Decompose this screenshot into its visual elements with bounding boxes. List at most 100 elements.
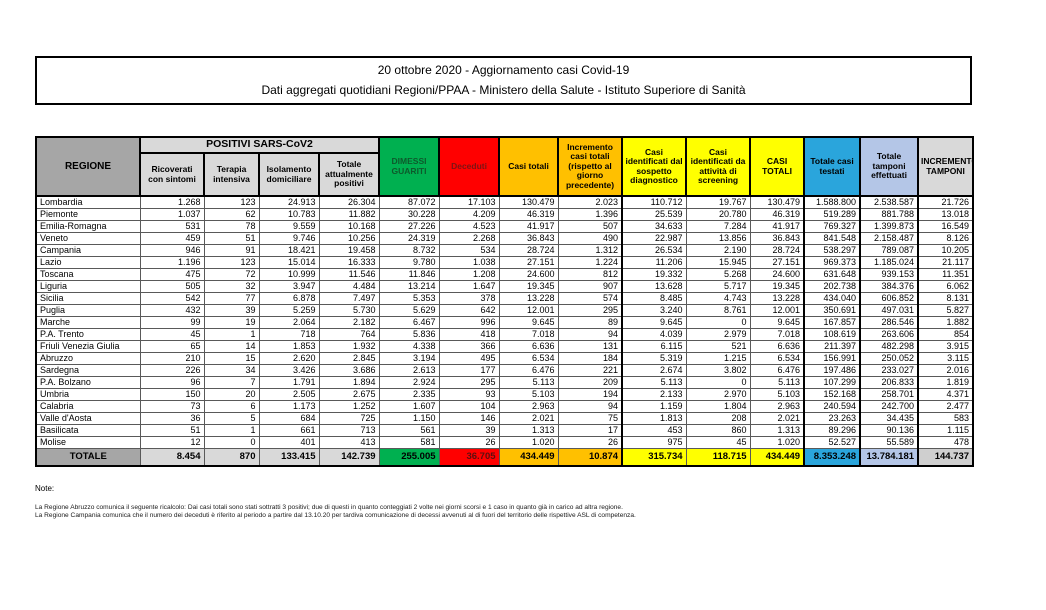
value-cell: 10.168 — [319, 220, 379, 232]
value-cell: 89.296 — [804, 424, 860, 436]
value-cell: 6.636 — [499, 340, 558, 352]
value-cell: 41.917 — [750, 220, 804, 232]
value-cell: 11.206 — [622, 256, 686, 268]
value-cell: 6.476 — [499, 364, 558, 376]
value-cell: 2.924 — [379, 376, 439, 388]
value-cell: 583 — [918, 412, 973, 424]
value-cell: 30.228 — [379, 208, 439, 220]
value-cell: 13.628 — [622, 280, 686, 292]
value-cell: 1.038 — [439, 256, 499, 268]
value-cell: 581 — [379, 436, 439, 448]
value-cell: 7 — [204, 376, 259, 388]
region-name: Campania — [36, 244, 140, 256]
value-cell: 315.734 — [622, 448, 686, 466]
value-cell: 606.852 — [860, 292, 918, 304]
value-cell: 211.397 — [804, 340, 860, 352]
region-name: Basilicata — [36, 424, 140, 436]
value-cell: 495 — [439, 352, 499, 364]
value-cell: 21.726 — [918, 196, 973, 208]
value-cell: 16.549 — [918, 220, 973, 232]
value-cell: 142.739 — [319, 448, 379, 466]
value-cell: 46.319 — [750, 208, 804, 220]
value-cell: 13.018 — [918, 208, 973, 220]
value-cell: 62 — [204, 208, 259, 220]
value-cell: 9.559 — [259, 220, 319, 232]
region-name: Liguria — [36, 280, 140, 292]
value-cell: 167.857 — [804, 316, 860, 328]
value-cell: 8.126 — [918, 232, 973, 244]
value-cell: 14 — [204, 340, 259, 352]
region-name: Lazio — [36, 256, 140, 268]
header-ricoverati-sintomi: Ricoverati con sintomi — [140, 153, 204, 196]
value-cell: 19.345 — [499, 280, 558, 292]
value-cell: 20.780 — [686, 208, 750, 220]
value-cell: 18.421 — [259, 244, 319, 256]
value-cell: 6.476 — [750, 364, 804, 376]
value-cell: 226 — [140, 364, 204, 376]
value-cell: 507 — [558, 220, 622, 232]
region-name: Lombardia — [36, 196, 140, 208]
region-name: Emilia-Romagna — [36, 220, 140, 232]
value-cell: 2.190 — [686, 244, 750, 256]
value-cell: 26.304 — [319, 196, 379, 208]
value-cell: 3.947 — [259, 280, 319, 292]
table-row: Marche99192.0642.1826.4679969.645899.645… — [36, 316, 973, 328]
table-row: Campania9469118.42119.4588.73253428.7241… — [36, 244, 973, 256]
table-row: Abruzzo210152.6202.8453.1944956.5341845.… — [36, 352, 973, 364]
total-label: TOTALE — [36, 448, 140, 466]
region-name: Umbria — [36, 388, 140, 400]
value-cell: 194 — [558, 388, 622, 400]
value-cell: 15.945 — [686, 256, 750, 268]
value-cell: 118.715 — [686, 448, 750, 466]
value-cell: 24.913 — [259, 196, 319, 208]
value-cell: 11.882 — [319, 208, 379, 220]
value-cell: 1 — [204, 328, 259, 340]
value-cell: 8.131 — [918, 292, 973, 304]
value-cell: 55.589 — [860, 436, 918, 448]
value-cell: 11.546 — [319, 268, 379, 280]
value-cell: 144.737 — [918, 448, 973, 466]
value-cell: 5.353 — [379, 292, 439, 304]
value-cell: 7.018 — [499, 328, 558, 340]
value-cell: 1.196 — [140, 256, 204, 268]
value-cell: 574 — [558, 292, 622, 304]
header-positivi-group: POSITIVI SARS-CoV2 — [140, 137, 379, 153]
value-cell: 258.701 — [860, 388, 918, 400]
value-cell: 19.767 — [686, 196, 750, 208]
table-row: Piemonte1.0376210.78311.88230.2284.20946… — [36, 208, 973, 220]
value-cell: 22.987 — [622, 232, 686, 244]
notes-section: Note: La Regione Abruzzo comunica il seg… — [35, 484, 995, 520]
value-cell: 210 — [140, 352, 204, 364]
value-cell: 8.485 — [622, 292, 686, 304]
value-cell: 5.259 — [259, 304, 319, 316]
value-cell: 1.268 — [140, 196, 204, 208]
value-cell: 1.115 — [918, 424, 973, 436]
value-cell: 255.005 — [379, 448, 439, 466]
value-cell: 5.113 — [622, 376, 686, 388]
covid-data-table: REGIONE POSITIVI SARS-CoV2 DIMESSI GUARI… — [35, 136, 974, 467]
value-cell: 2.674 — [622, 364, 686, 376]
table-row: Sardegna226343.4263.6862.6131776.4762212… — [36, 364, 973, 376]
value-cell: 432 — [140, 304, 204, 316]
header-isolamento-domiciliare: Isolamento domiciliare — [259, 153, 319, 196]
value-cell: 240.594 — [804, 400, 860, 412]
value-cell: 104 — [439, 400, 499, 412]
report-title-line1: 20 ottobre 2020 - Aggiornamento casi Cov… — [37, 64, 970, 77]
value-cell: 4.484 — [319, 280, 379, 292]
value-cell: 65 — [140, 340, 204, 352]
value-cell: 17 — [558, 424, 622, 436]
value-cell: 8.732 — [379, 244, 439, 256]
value-cell: 34.633 — [622, 220, 686, 232]
value-cell: 16.333 — [319, 256, 379, 268]
value-cell: 7.018 — [750, 328, 804, 340]
value-cell: 2.613 — [379, 364, 439, 376]
table-row: Calabria7361.1731.2521.6071042.963941.15… — [36, 400, 973, 412]
value-cell: 3.426 — [259, 364, 319, 376]
report-title-line2: Dati aggregati quotidiani Regioni/PPAA -… — [37, 84, 970, 97]
value-cell: 9.645 — [622, 316, 686, 328]
value-cell: 1.312 — [558, 244, 622, 256]
value-cell: 34.435 — [860, 412, 918, 424]
value-cell: 25.539 — [622, 208, 686, 220]
value-cell: 854 — [918, 328, 973, 340]
value-cell: 146 — [439, 412, 499, 424]
